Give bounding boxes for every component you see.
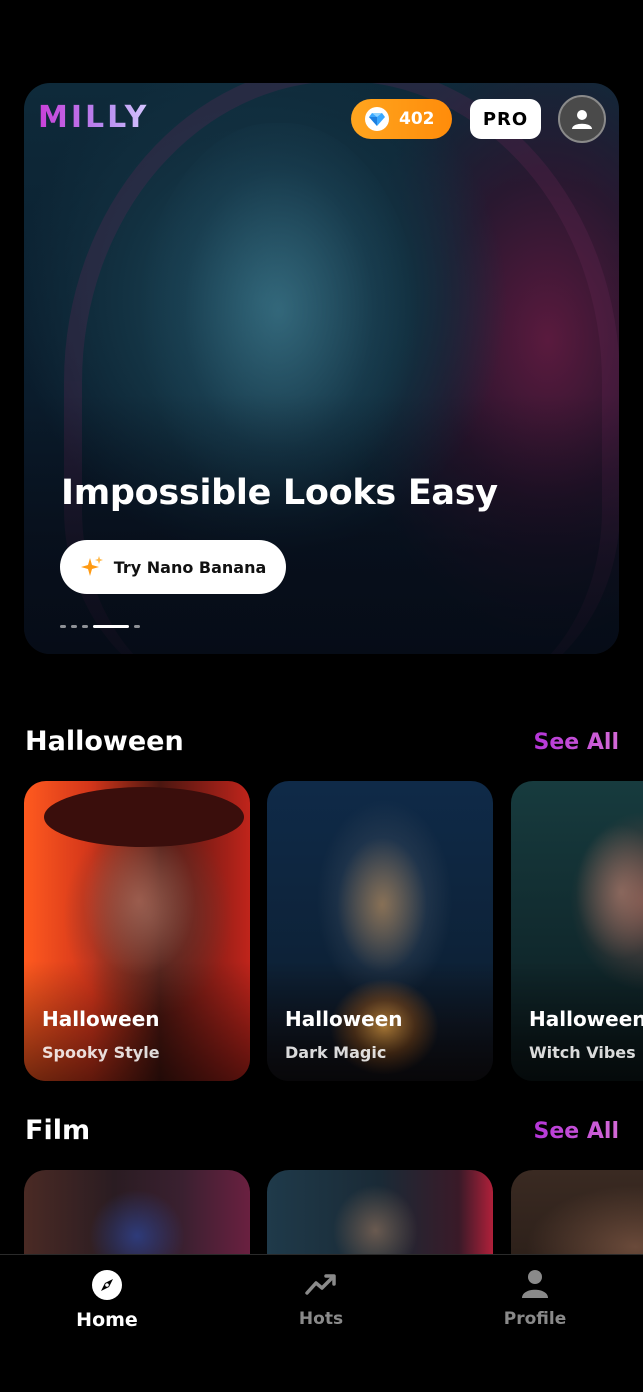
see-all-film-link[interactable]: See All xyxy=(534,1119,619,1144)
tab-home[interactable]: Home xyxy=(27,1269,187,1331)
user-icon xyxy=(572,110,592,129)
hero-title: Impossible Looks Easy xyxy=(61,473,498,513)
cta-label: Try Nano Banana xyxy=(113,557,267,577)
compass-icon xyxy=(92,1270,122,1300)
template-card[interactable]: Halloween Spooky Style xyxy=(24,781,250,1081)
carousel-indicator xyxy=(60,625,140,628)
home-screen: MILLY 402 PRO Impossible Looks Easy Try … xyxy=(0,0,643,1392)
card-title: Halloween xyxy=(42,1007,160,1031)
try-nano-banana-button[interactable]: Try Nano Banana xyxy=(60,540,286,594)
pro-button[interactable]: PRO xyxy=(470,99,541,139)
carousel-dot[interactable] xyxy=(60,625,66,628)
tab-label: Hots xyxy=(298,1309,344,1329)
app-logo: MILLY xyxy=(38,100,150,135)
sparkle-icon xyxy=(80,556,103,576)
card-subtitle: Witch Vibes xyxy=(529,1043,636,1062)
carousel-dot[interactable] xyxy=(71,625,77,628)
carousel-dot-active[interactable] xyxy=(93,625,129,628)
card-subtitle: Spooky Style xyxy=(42,1043,160,1062)
template-card[interactable]: Halloween Dark Magic xyxy=(267,781,493,1081)
gems-balance-button[interactable]: 402 xyxy=(351,99,452,139)
card-subtitle: Dark Magic xyxy=(285,1043,387,1062)
trending-icon xyxy=(305,1274,336,1295)
witch-hat-shape xyxy=(44,787,244,847)
profile-avatar-button[interactable] xyxy=(558,95,606,143)
card-title: Halloween xyxy=(285,1007,403,1031)
tab-label: Profile xyxy=(503,1309,567,1329)
section-title-film: Film xyxy=(25,1115,91,1146)
tab-label: Home xyxy=(76,1309,138,1331)
bottom-tab-bar: Home Hots Profile xyxy=(0,1254,643,1392)
section-title-halloween: Halloween xyxy=(25,726,184,757)
carousel-dot[interactable] xyxy=(82,625,88,628)
person-icon xyxy=(522,1270,548,1298)
see-all-halloween-link[interactable]: See All xyxy=(534,730,619,755)
hero-banner[interactable]: MILLY 402 PRO Impossible Looks Easy Try … xyxy=(24,83,619,654)
carousel-dot[interactable] xyxy=(134,625,140,628)
tab-profile[interactable]: Profile xyxy=(455,1269,615,1329)
template-card[interactable]: Halloween Witch Vibes xyxy=(511,781,643,1081)
tab-hots[interactable]: Hots xyxy=(241,1269,401,1329)
gems-count: 402 xyxy=(399,109,435,129)
diamond-icon xyxy=(365,107,389,131)
card-title: Halloween xyxy=(529,1007,643,1031)
